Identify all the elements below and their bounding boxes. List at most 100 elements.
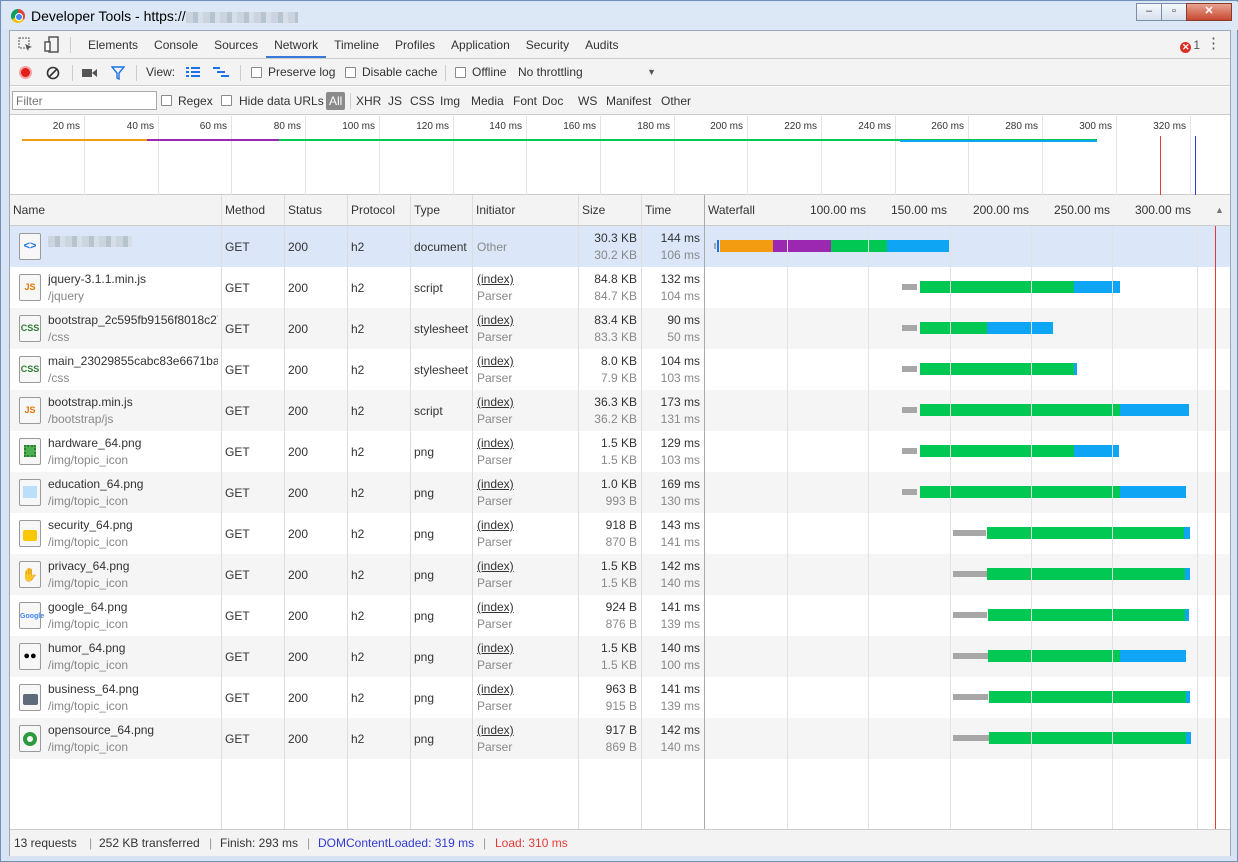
overview-tick-label: 80 ms <box>273 121 301 132</box>
offline-checkbox[interactable] <box>455 67 466 78</box>
hide-data-urls-checkbox[interactable] <box>221 95 232 106</box>
overview-gridline <box>305 116 306 195</box>
maximize-button[interactable]: ▫ <box>1161 3 1187 21</box>
type-filter-manifest[interactable]: Manifest <box>606 87 651 115</box>
table-row[interactable]: JS bootstrap.min.js/bootstrap/js GET 200 h2 s… <box>10 390 1230 431</box>
throttling-select[interactable]: No throttling ▼ <box>518 59 656 86</box>
device-toolbar-icon[interactable] <box>44 36 60 54</box>
table-row[interactable]: business_64.png/img/topic_icon GET 200 h2 pn… <box>10 677 1230 718</box>
waterfall-bar <box>953 530 986 536</box>
error-count-badge[interactable]: ✕ 1 <box>1180 38 1200 53</box>
camera-icon[interactable] <box>82 68 98 78</box>
col-size[interactable]: Size <box>582 195 605 226</box>
overview-gridline <box>747 116 748 195</box>
table-row[interactable]: CSS main_23029855cabc83e6671ba1… /css GET 20… <box>10 349 1230 390</box>
initiator-link[interactable]: (index) <box>477 641 514 655</box>
tab-security[interactable]: Security <box>518 31 577 58</box>
overview-tick-label: 120 ms <box>416 121 449 132</box>
timeline-overview[interactable]: 20 ms 40 ms 60 ms 80 ms 100 ms 120 ms 140 ms 16… <box>10 116 1230 195</box>
initiator-link[interactable]: (index) <box>477 518 514 532</box>
col-waterfall[interactable]: Waterfall <box>708 195 755 226</box>
initiator-link[interactable]: (index) <box>477 313 514 327</box>
table-row[interactable]: CSS bootstrap_2c595fb9156f8018c27… /css GET… <box>10 308 1230 349</box>
clear-icon[interactable] <box>46 66 60 80</box>
initiator-link[interactable]: (index) <box>477 436 514 450</box>
type-filter-ws[interactable]: WS <box>578 87 597 115</box>
initiator-link[interactable]: (index) <box>477 600 514 614</box>
initiator-link[interactable]: (index) <box>477 354 514 368</box>
status: 200 <box>288 486 309 500</box>
table-row[interactable]: education_64.png/img/topic_icon GET 200 h2 p… <box>10 472 1230 513</box>
initiator-link[interactable]: (index) <box>477 723 514 737</box>
minimize-button[interactable]: – <box>1136 3 1162 21</box>
tab-sources[interactable]: Sources <box>206 31 266 58</box>
table-row[interactable]: hardware_64.png/img/topic_icon GET 200 h2 pn… <box>10 431 1230 472</box>
tab-application[interactable]: Application <box>443 31 518 58</box>
tab-console[interactable]: Console <box>146 31 206 58</box>
request-path: /img/topic_icon <box>48 494 129 508</box>
initiator-link[interactable]: (index) <box>477 477 514 491</box>
waterfall-bar <box>902 284 917 290</box>
table-row[interactable]: ●● humor_64.png/img/topic_icon GET 200 h2 png… <box>10 636 1230 677</box>
col-name[interactable]: Name <box>13 195 45 226</box>
record-icon[interactable] <box>19 66 32 79</box>
filter-icon[interactable] <box>111 66 125 80</box>
table-row[interactable]: Google google_64.png/img/topic_icon GET 200… <box>10 595 1230 636</box>
overview-gridline <box>600 116 601 195</box>
initiator-link[interactable]: (index) <box>477 272 514 286</box>
inspect-element-icon[interactable] <box>18 37 34 53</box>
waterfall-gridline <box>868 226 869 829</box>
type: document <box>414 240 467 254</box>
type-filter-media[interactable]: Media <box>471 87 504 115</box>
overview-gridline <box>968 116 969 195</box>
tab-profiles[interactable]: Profiles <box>387 31 443 58</box>
table-row[interactable]: opensource_64.png/img/topic_icon GET 200 h2… <box>10 718 1230 759</box>
type-filter-other[interactable]: Other <box>661 87 691 115</box>
tab-timeline[interactable]: Timeline <box>326 31 387 58</box>
sort-arrow-icon[interactable]: ▲ <box>1215 195 1224 226</box>
col-status[interactable]: Status <box>288 195 322 226</box>
regex-checkbox[interactable] <box>161 95 172 106</box>
tab-network[interactable]: Network <box>266 31 327 58</box>
type-filter-doc[interactable]: Doc <box>542 87 563 115</box>
type: png <box>414 568 435 582</box>
initiator-link[interactable]: (index) <box>477 682 514 696</box>
latency: 131 ms <box>660 412 700 426</box>
type-filter-js[interactable]: JS <box>388 87 402 115</box>
initiator-link[interactable]: (index) <box>477 395 514 409</box>
status-bar: 13 requests | 252 KB transferred | Finis… <box>10 829 1230 856</box>
protocol: h2 <box>351 240 365 254</box>
large-rows-icon[interactable] <box>186 67 200 78</box>
col-protocol[interactable]: Protocol <box>351 195 395 226</box>
table-row[interactable]: security_64.png/img/topic_icon GET 200 h2 pn… <box>10 513 1230 554</box>
overview-icon[interactable] <box>213 67 229 78</box>
initiator-sub: Parser <box>477 453 513 467</box>
filter-input[interactable] <box>12 91 157 110</box>
preserve-log-checkbox[interactable] <box>251 67 262 78</box>
disable-cache-checkbox[interactable] <box>345 67 356 78</box>
table-row[interactable]: JS jquery-3.1.1.min.js/jquery GET 200 h2 scri… <box>10 267 1230 308</box>
col-initiator[interactable]: Initiator <box>476 195 515 226</box>
type-filter-font[interactable]: Font <box>513 87 537 115</box>
col-type[interactable]: Type <box>414 195 440 226</box>
humor-icon: ●● <box>19 643 41 670</box>
type-filter-xhr[interactable]: XHR <box>356 87 381 115</box>
waterfall-tick-label: 100.00 ms <box>809 203 866 217</box>
type-filter-css[interactable]: CSS <box>410 87 435 115</box>
table-row[interactable]: ✋ privacy_64.png/img/topic_icon GET 200 h2 pn… <box>10 554 1230 595</box>
google-icon: Google <box>19 602 44 629</box>
overview-tick-label: 20 ms <box>52 121 80 132</box>
initiator-link[interactable]: (index) <box>477 559 514 573</box>
type-filter-img[interactable]: Img <box>440 87 460 115</box>
close-button[interactable]: ✕ <box>1186 3 1232 21</box>
col-time[interactable]: Time <box>645 195 671 226</box>
type-filter-all[interactable]: All <box>326 92 346 110</box>
more-menu-icon[interactable]: ⋮ <box>1206 36 1221 51</box>
table-row[interactable]: <> GET 200 h2 document Other 30.3 KB 30.2 KB 144… <box>10 226 1230 267</box>
overview-bar-purple <box>147 139 279 141</box>
tab-elements[interactable]: Elements <box>80 31 146 58</box>
tab-audits[interactable]: Audits <box>577 31 626 58</box>
col-method[interactable]: Method <box>225 195 265 226</box>
waterfall-bar <box>987 568 1185 580</box>
size: 1.5 KB <box>600 641 637 655</box>
